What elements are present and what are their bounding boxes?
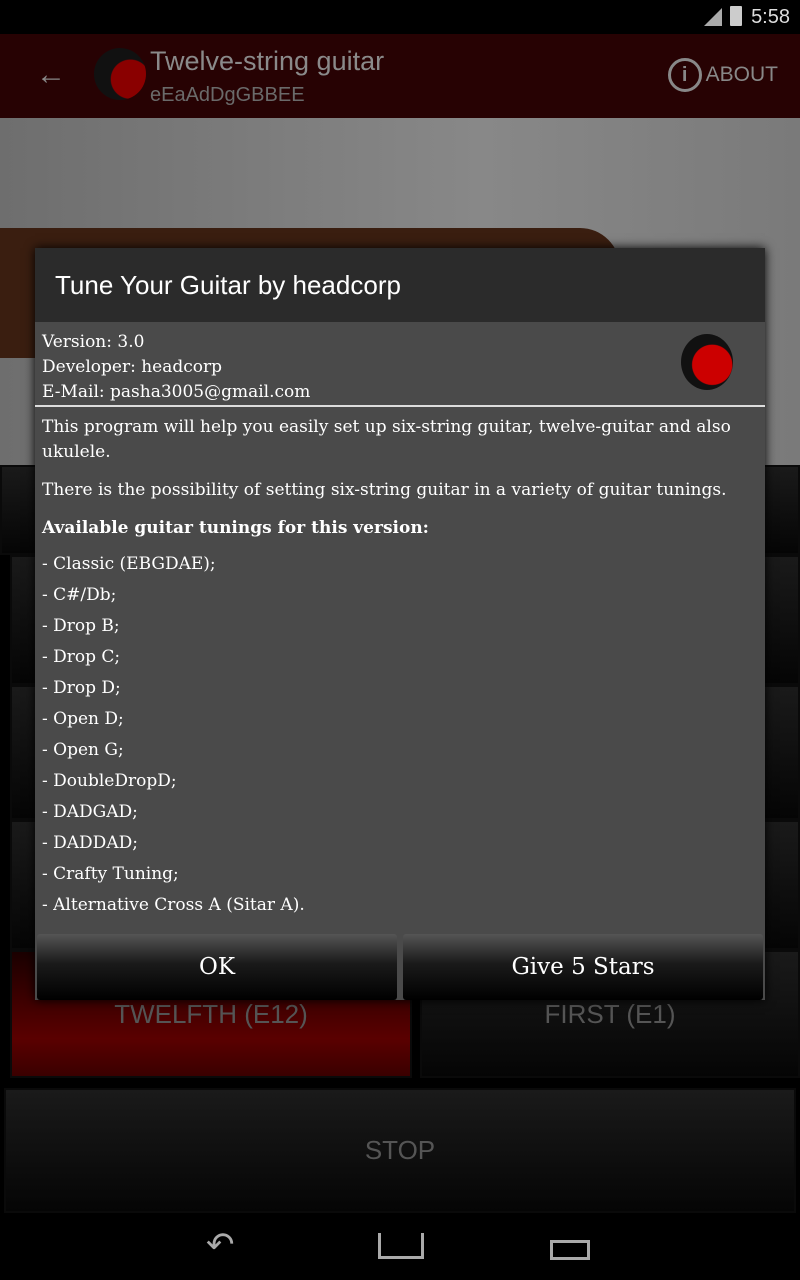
tuning-item: - Drop D; [42,678,121,698]
tunings-list: - Classic (EBGDAE); - C#/Db; - Drop B; - Dr… [42,549,758,921]
app-bar: ← Twelve-string guitar eEaAdDgGBBEE i ABO… [0,34,800,118]
first-label: FIRST (E1) [544,998,676,1029]
tuning-item: - DoubleDropD; [42,771,177,791]
twelfth-label: TWELFTH (E12) [114,998,308,1029]
clock: 5:58 [751,6,790,28]
dialog-content: This program will help you easily set up… [35,407,765,929]
nav-recents-icon[interactable] [550,1240,590,1260]
app-info: Version: 3.0 Developer: headcorp E-Mail:… [35,322,765,407]
dialog-buttons: OK Give 5 Stars [35,932,765,1000]
app-title: Twelve-string guitar [150,46,385,76]
tuning-item: - Open G; [42,740,124,760]
tuning-item: - Classic (EBGDAE); [42,554,216,574]
ok-button[interactable]: OK [37,934,397,1000]
nav-back-icon[interactable]: ↶ [206,1225,235,1265]
about-button[interactable]: i ABOUT [667,58,778,92]
nav-home-icon[interactable] [378,1233,424,1259]
developer: Developer: headcorp [42,357,223,377]
battery-icon [730,6,742,26]
tuning-item: - Drop B; [42,616,120,636]
version: Version: 3.0 [42,332,145,352]
signal-icon [704,8,722,26]
tuning-item: - C#/Db; [42,585,117,605]
tunings-text: There is the possibility of setting six-… [42,480,727,500]
intro-text: This program will help you easily set up… [42,417,731,462]
email: E-Mail: pasha3005@gmail.com [42,382,311,402]
stop-button[interactable]: STOP [4,1088,796,1213]
tuning-item: - Open D; [42,709,124,729]
info-icon: i [667,58,702,92]
tuning-subtitle: eEaAdDgGBBEE [150,84,305,106]
tuning-item: - DADGAD; [42,802,138,822]
give-5-stars-button[interactable]: Give 5 Stars [403,934,763,1000]
app-logo [681,334,733,390]
tuning-item: - DADDAD; [42,833,138,853]
tuning-item: - Crafty Tuning; [42,864,179,884]
about-label: ABOUT [705,63,778,86]
status-bar: 5:58 [0,0,800,34]
tuning-item: - Alternative Cross A (Sitar A). [42,895,305,915]
tunings-heading: Available guitar tunings for this versio… [42,518,429,538]
dialog-title: Tune Your Guitar by headcorp [35,248,765,322]
stop-label: STOP [364,1135,436,1165]
about-dialog: Tune Your Guitar by headcorp Version: 3.… [35,248,765,1000]
tuning-item: - Drop C; [42,647,121,667]
back-arrow-icon[interactable]: ← [36,58,66,92]
app-logo [94,48,146,100]
